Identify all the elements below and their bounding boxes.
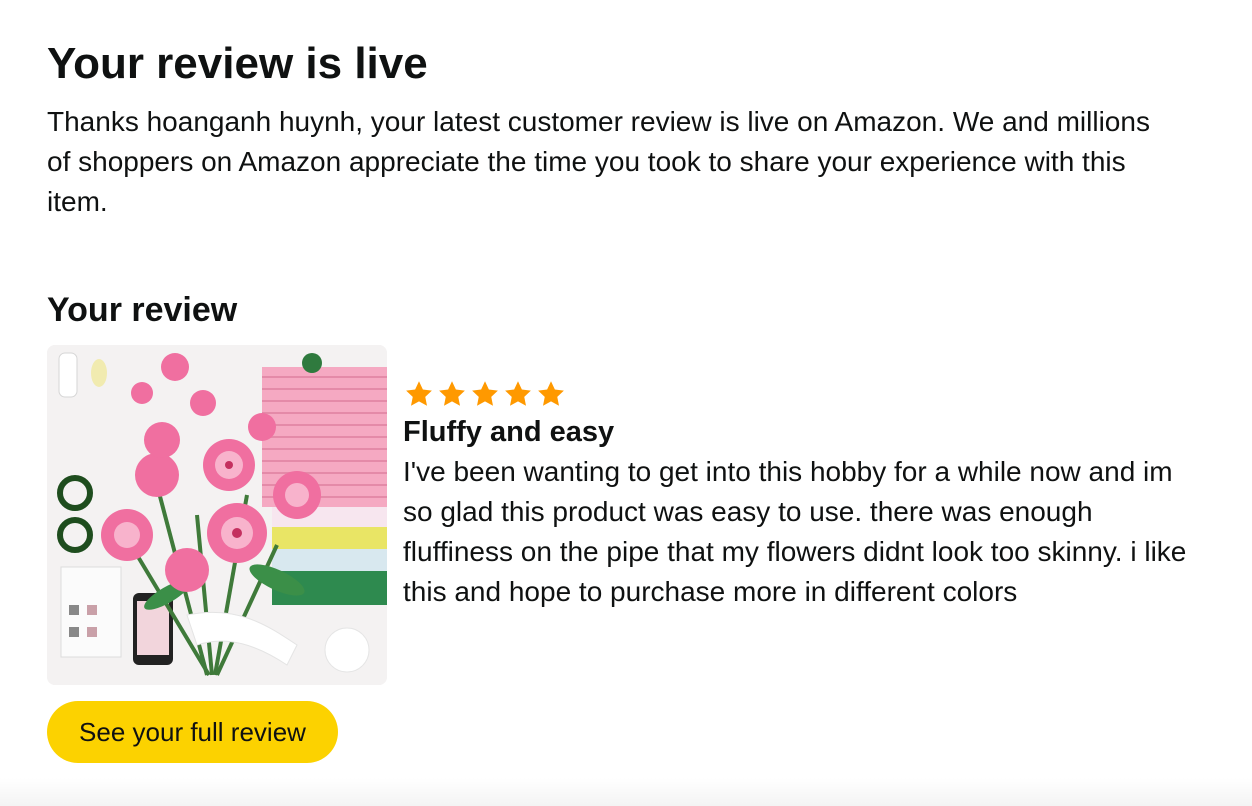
see-full-review-button[interactable]: See your full review (47, 701, 338, 763)
page-title: Your review is live (47, 39, 428, 88)
star-icon (538, 381, 564, 406)
section-title: Your review (47, 291, 238, 329)
email-page: Your review is live Thanks hoanganh huyn… (0, 0, 1252, 806)
intro-text: Thanks hoanganh huynh, your latest custo… (47, 106, 1150, 217)
product-image[interactable] (47, 345, 387, 685)
star-rating (403, 378, 1203, 410)
star-icon (505, 381, 531, 406)
star-icon (439, 381, 465, 406)
review-content: Fluffy and easy I've been wanting to get… (403, 378, 1203, 612)
review-title: Fluffy and easy (403, 416, 615, 448)
flower-bouquet-image (47, 345, 387, 685)
star-icon (472, 381, 498, 406)
review-text: I've been wanting to get into this hobby… (403, 456, 1187, 607)
star-icon (406, 381, 432, 406)
